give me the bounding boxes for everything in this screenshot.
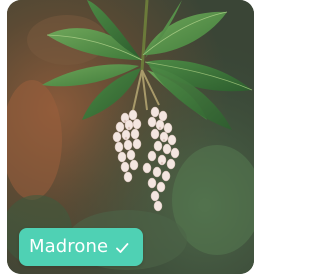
identification-chip[interactable]: Madrone <box>19 228 144 266</box>
photo-card[interactable]: Madrone <box>7 0 254 274</box>
plant-name-label: Madrone <box>29 236 109 257</box>
check-icon <box>115 240 129 254</box>
